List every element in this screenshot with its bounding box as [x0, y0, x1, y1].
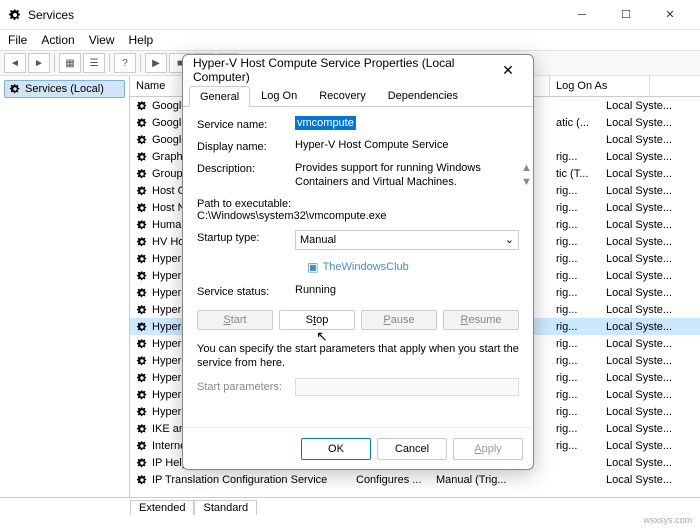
gear-icon — [136, 440, 148, 452]
bottom-tabs: Extended Standard — [0, 497, 700, 515]
gear-icon — [136, 236, 148, 248]
footer: wsxsys.com — [0, 515, 700, 529]
gear-icon — [136, 457, 148, 469]
params-input — [295, 378, 519, 396]
titlebar: Services ─ ☐ ✕ — [0, 0, 700, 30]
gear-icon — [136, 202, 148, 214]
gear-icon — [136, 372, 148, 384]
stop-button[interactable]: Stop — [279, 310, 355, 330]
gear-icon — [136, 355, 148, 367]
gear-icon — [136, 253, 148, 265]
menu-action[interactable]: Action — [41, 33, 74, 47]
tab-recovery[interactable]: Recovery — [308, 85, 376, 106]
tab-logon[interactable]: Log On — [250, 85, 308, 106]
service-name-value[interactable]: vmcompute — [295, 116, 356, 130]
ok-button[interactable]: OK — [301, 438, 371, 460]
minimize-button[interactable]: ─ — [560, 1, 604, 29]
gear-icon — [136, 219, 148, 231]
gear-icon — [136, 117, 148, 129]
gear-icon — [136, 168, 148, 180]
tree-pane: Services (Local) — [0, 76, 130, 497]
gear-icon — [136, 423, 148, 435]
startup-select[interactable]: Manual ⌄ — [295, 230, 519, 250]
startup-value: Manual — [300, 234, 336, 246]
export-button[interactable]: ☰ — [83, 53, 105, 73]
scroll-down-icon[interactable]: ▼ — [521, 175, 529, 189]
menu-file[interactable]: File — [8, 33, 27, 47]
note-text: You can specify the start parameters tha… — [197, 342, 519, 371]
maximize-button[interactable]: ☐ — [604, 1, 648, 29]
dialog-title: Hyper-V Host Compute Service Properties … — [193, 56, 493, 84]
menubar: File Action View Help — [0, 30, 700, 50]
tab-extended[interactable]: Extended — [130, 500, 194, 515]
menu-help[interactable]: Help — [129, 33, 154, 47]
scroll-up-icon[interactable]: ▲ — [521, 161, 529, 175]
status-label: Service status: — [197, 284, 287, 298]
forward-button[interactable]: ► — [28, 53, 50, 73]
tab-standard[interactable]: Standard — [194, 500, 257, 515]
gear-icon — [136, 338, 148, 350]
gear-icon — [136, 474, 148, 486]
gear-icon — [9, 83, 21, 95]
gear-icon — [136, 100, 148, 112]
tree-root[interactable]: Services (Local) — [4, 80, 125, 98]
gear-icon — [136, 406, 148, 418]
display-name-value: Hyper-V Host Compute Service — [295, 139, 519, 151]
pause-button: Pause — [361, 310, 437, 330]
display-name-label: Display name: — [197, 139, 287, 153]
gear-icon — [136, 185, 148, 197]
show-hide-button[interactable]: ▦ — [59, 53, 81, 73]
services-icon — [8, 8, 22, 22]
gear-icon — [136, 321, 148, 333]
description-label: Description: — [197, 161, 287, 175]
apply-button: Apply — [453, 438, 523, 460]
gear-icon — [136, 304, 148, 316]
watermark: ▣ TheWindowsClub — [197, 260, 519, 274]
tab-dependencies[interactable]: Dependencies — [377, 85, 469, 106]
chevron-down-icon: ⌄ — [505, 233, 514, 246]
description-value: Provides support for running Windows Con… — [295, 161, 519, 190]
tab-general[interactable]: General — [189, 86, 250, 107]
resume-button: Resume — [443, 310, 519, 330]
play-button[interactable]: ▶ — [145, 53, 167, 73]
path-value: C:\Windows\system32\vmcompute.exe — [197, 210, 519, 222]
service-name-label: Service name: — [197, 117, 287, 131]
cancel-button[interactable]: Cancel — [377, 438, 447, 460]
menu-view[interactable]: View — [89, 33, 115, 47]
path-label: Path to executable: — [197, 198, 519, 210]
window-title: Services — [28, 8, 560, 22]
properties-dialog: Hyper-V Host Compute Service Properties … — [182, 54, 534, 470]
table-row[interactable]: IP Translation Configuration ServiceConf… — [130, 471, 700, 488]
col-logon[interactable]: Log On As — [550, 76, 650, 96]
params-label: Start parameters: — [197, 381, 287, 393]
gear-icon — [136, 134, 148, 146]
gear-icon — [136, 151, 148, 163]
start-button: Start — [197, 310, 273, 330]
close-button[interactable]: ✕ — [648, 1, 692, 29]
gear-icon — [136, 287, 148, 299]
startup-label: Startup type: — [197, 230, 287, 244]
dialog-close-button[interactable]: ✕ — [493, 62, 523, 79]
status-value: Running — [295, 284, 519, 296]
back-button[interactable]: ◄ — [4, 53, 26, 73]
help-button[interactable]: ? — [114, 53, 136, 73]
tree-root-label: Services (Local) — [25, 83, 104, 95]
gear-icon — [136, 389, 148, 401]
gear-icon — [136, 270, 148, 282]
